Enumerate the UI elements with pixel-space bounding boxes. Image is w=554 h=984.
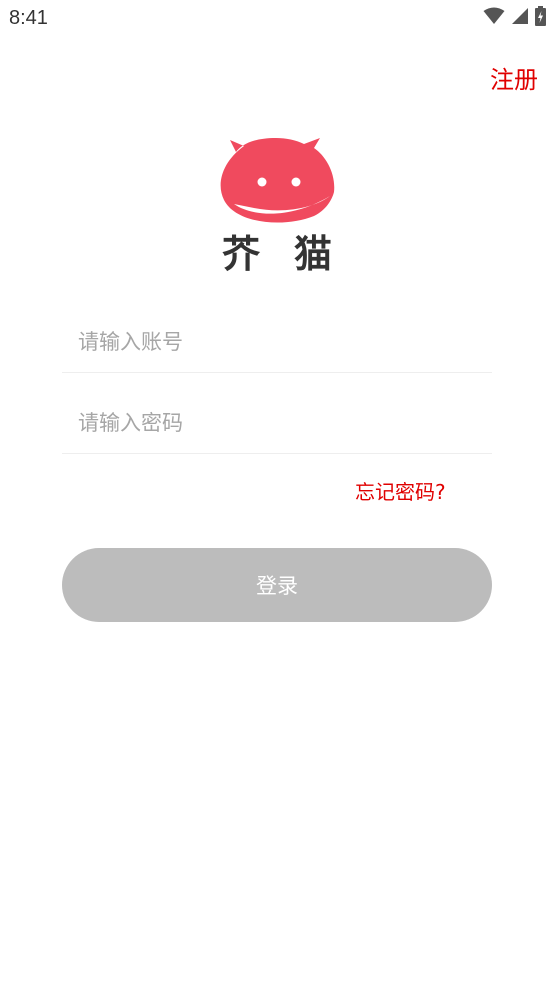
password-field-container (62, 393, 492, 454)
register-link[interactable]: 注册 (490, 60, 538, 95)
logo-wordmark: 芥 猫 (222, 230, 332, 278)
status-bar: 8:41 (0, 0, 554, 40)
logo-text-right: 猫 (293, 232, 332, 276)
password-input[interactable] (78, 401, 476, 445)
forgot-password-link[interactable]: 忘记密码? (355, 476, 446, 505)
status-icons (483, 6, 546, 30)
logo-text-left: 芥 (222, 232, 261, 276)
cat-logo-icon (220, 138, 335, 223)
wifi-icon (483, 7, 505, 29)
status-time: 8:41 (9, 7, 48, 29)
account-input[interactable] (78, 320, 476, 364)
cellular-signal-icon (511, 7, 529, 29)
login-button[interactable]: 登录 (62, 548, 492, 622)
battery-charging-icon (535, 6, 546, 30)
account-field-container (62, 312, 492, 373)
